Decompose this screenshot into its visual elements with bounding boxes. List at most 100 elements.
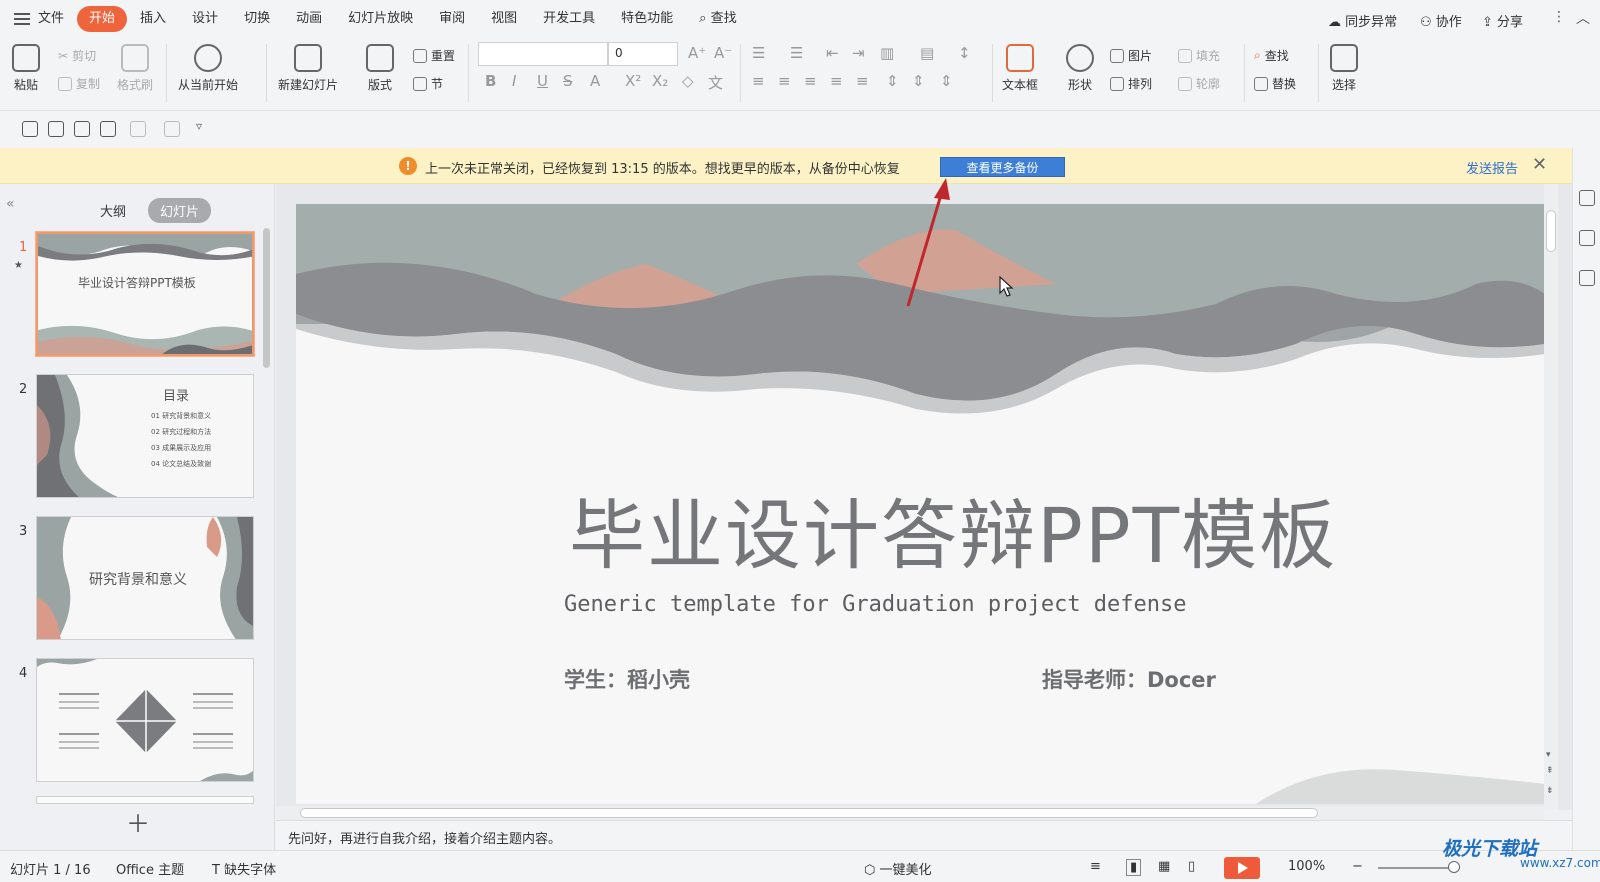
- bullets-icon[interactable]: ☰: [752, 44, 765, 62]
- student-name[interactable]: 学生：稻小壳: [564, 664, 690, 694]
- indent-decrease-icon[interactable]: ⇤: [826, 44, 839, 62]
- undo-icon[interactable]: [130, 121, 146, 137]
- zoom-slider-thumb[interactable]: [1448, 861, 1460, 873]
- layout-button[interactable]: 版式: [366, 44, 394, 93]
- tab-transition[interactable]: 切换: [231, 6, 283, 32]
- tab-outline[interactable]: 大纲: [88, 198, 138, 223]
- animation-icon[interactable]: [1579, 230, 1595, 246]
- transition-icon[interactable]: [1579, 270, 1595, 286]
- horizontal-scroll-thumb[interactable]: [300, 808, 1318, 818]
- reading-view-icon[interactable]: ▯: [1188, 859, 1195, 874]
- sorter-view-icon[interactable]: ▦: [1158, 859, 1170, 874]
- picture-button[interactable]: 图片: [1110, 47, 1152, 64]
- format-painter-button[interactable]: 格式刷: [117, 44, 153, 93]
- tab-developer[interactable]: 开发工具: [530, 6, 608, 32]
- vertical-scroll-thumb[interactable]: [1546, 210, 1556, 252]
- copy-button[interactable]: 复制: [58, 75, 100, 92]
- notes-toggle-icon[interactable]: ≡: [1090, 859, 1101, 874]
- phonetic-icon[interactable]: 文: [708, 72, 723, 93]
- tab-insert[interactable]: 插入: [127, 6, 179, 32]
- bold-icon[interactable]: B: [485, 72, 496, 90]
- find-button[interactable]: ⌕ 查找: [1254, 47, 1289, 64]
- add-slide-icon[interactable]: ＋: [126, 804, 150, 839]
- slide-title[interactable]: 毕业设计答辩PPT模板: [569, 474, 1337, 584]
- align-left-icon[interactable]: ≡: [752, 72, 765, 90]
- distribute-icon[interactable]: ≡: [856, 72, 869, 90]
- chevron-up-icon[interactable]: ︿: [1576, 8, 1590, 28]
- notes-text[interactable]: 先问好，再进行自我介绍，接着介绍主题内容。: [288, 828, 561, 847]
- collapse-icon[interactable]: «: [6, 196, 15, 212]
- numbering-icon[interactable]: ☰: [790, 44, 803, 62]
- beautify-button[interactable]: ⬡ 一键美化: [864, 859, 932, 878]
- properties-icon[interactable]: [1579, 190, 1595, 206]
- scroll-down-icon[interactable]: ▾: [1546, 750, 1551, 760]
- font-size-select[interactable]: 0: [608, 42, 678, 66]
- vertical-scrollbar[interactable]: [1544, 184, 1558, 810]
- text-direction-icon[interactable]: ▤: [920, 44, 934, 62]
- slide-subtitle[interactable]: Generic template for Graduation project …: [564, 592, 1187, 617]
- next-slide-icon[interactable]: ⇟: [1546, 786, 1554, 796]
- share-button[interactable]: ⇪ 分享: [1482, 11, 1523, 30]
- advisor-name[interactable]: 指导老师：Docer: [1042, 664, 1216, 694]
- play-from-current-button[interactable]: 从当前开始: [178, 44, 238, 93]
- reset-button[interactable]: 重置: [413, 47, 455, 64]
- tab-review[interactable]: 审阅: [426, 6, 478, 32]
- save-icon[interactable]: [22, 121, 38, 137]
- cut-button[interactable]: ✂ 剪切: [58, 47, 96, 64]
- send-report-link[interactable]: 发送报告: [1466, 158, 1518, 177]
- outline-button[interactable]: 轮廓: [1178, 75, 1220, 92]
- view-backups-button[interactable]: 查看更多备份: [940, 157, 1065, 177]
- smart-art-icon[interactable]: ⇕: [940, 72, 953, 90]
- panel-scrollbar[interactable]: [263, 228, 270, 368]
- normal-view-icon[interactable]: ▮: [1126, 859, 1142, 876]
- text-box-button[interactable]: 文本框: [1002, 44, 1038, 93]
- hamburger-icon[interactable]: [14, 13, 30, 25]
- tab-animation[interactable]: 动画: [283, 6, 335, 32]
- sync-status[interactable]: ☁ 同步异常: [1328, 11, 1397, 30]
- indent-increase-icon[interactable]: ⇥: [852, 44, 865, 62]
- select-button[interactable]: 选择: [1330, 44, 1358, 93]
- slide-thumbnail[interactable]: 研究背景和意义: [36, 516, 254, 640]
- tab-slideshow[interactable]: 幻灯片放映: [335, 6, 426, 32]
- font-name-select[interactable]: [478, 42, 608, 66]
- replace-button[interactable]: 替换: [1254, 75, 1296, 92]
- superscript-icon[interactable]: X²: [625, 72, 641, 90]
- output-icon[interactable]: [48, 121, 64, 137]
- slide-thumbnail[interactable]: [36, 658, 254, 782]
- file-menu[interactable]: 文件: [36, 6, 77, 32]
- zoom-level[interactable]: 100%: [1288, 859, 1325, 874]
- line-spacing-icon[interactable]: ↕: [958, 44, 971, 62]
- more-icon[interactable]: ⋮: [1552, 9, 1566, 25]
- tab-slides[interactable]: 幻灯片: [148, 198, 212, 223]
- print-preview-icon[interactable]: [100, 121, 116, 137]
- font-shrink-icon[interactable]: A⁻: [714, 44, 732, 62]
- zoom-out-icon[interactable]: −: [1352, 859, 1363, 874]
- tab-features[interactable]: 特色功能: [608, 6, 686, 32]
- italic-icon[interactable]: I: [512, 72, 516, 90]
- tab-design[interactable]: 设计: [179, 6, 231, 32]
- customize-icon[interactable]: ▿: [196, 119, 202, 133]
- redo-icon[interactable]: [164, 121, 180, 137]
- notes-pane[interactable]: 先问好，再进行自我介绍，接着介绍主题内容。: [276, 820, 1572, 850]
- missing-font-button[interactable]: T 缺失字体: [212, 859, 276, 878]
- arrange-button[interactable]: 排列: [1110, 75, 1152, 92]
- strikethrough-icon[interactable]: S: [563, 72, 573, 90]
- justify-icon[interactable]: ≡: [830, 72, 843, 90]
- close-icon[interactable]: ✕: [1532, 154, 1547, 175]
- slideshow-button[interactable]: [1224, 857, 1260, 879]
- tab-view[interactable]: 视图: [478, 6, 530, 32]
- shape-button[interactable]: 形状: [1066, 44, 1094, 93]
- fill-button[interactable]: 填充: [1178, 47, 1220, 64]
- section-button[interactable]: 节: [413, 75, 443, 92]
- align-right-icon[interactable]: ≡: [804, 72, 817, 90]
- align-center-icon[interactable]: ≡: [778, 72, 791, 90]
- eraser-icon[interactable]: ◇: [682, 72, 694, 90]
- slide-thumbnail[interactable]: 目录 01 研究背景和意义 02 研究过程和方法 03 成果展示及应用 04 论…: [36, 374, 254, 498]
- tab-home[interactable]: 开始: [77, 6, 128, 32]
- paragraph-spacing-icon[interactable]: ⇕: [886, 72, 899, 90]
- search-button[interactable]: ⌕ 查找: [686, 6, 749, 32]
- font-grow-icon[interactable]: A⁺: [688, 44, 706, 62]
- new-slide-button[interactable]: 新建幻灯片: [278, 44, 338, 93]
- paste-button[interactable]: 粘贴: [12, 44, 40, 93]
- columns-icon[interactable]: ▥: [880, 44, 894, 62]
